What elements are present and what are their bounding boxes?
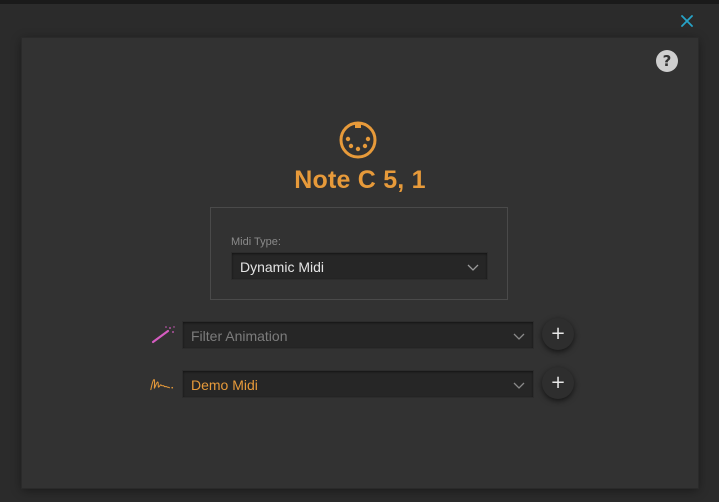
midi-type-group: Midi Type: Dynamic Midi [210, 207, 508, 300]
midi-type-value: Dynamic Midi [240, 259, 325, 275]
title-strip [0, 0, 719, 4]
chevron-down-icon [513, 382, 525, 389]
midi-source-select[interactable]: Demo Midi [182, 370, 534, 398]
filter-animation-select[interactable]: Filter Animation [182, 321, 534, 349]
magic-wand-icon [151, 326, 175, 344]
main-panel: ? Note C 5, 1 Midi Type: Dynamic Midi Fi… [22, 38, 698, 488]
chevron-down-icon [513, 333, 525, 340]
midi-din-icon [339, 121, 377, 159]
help-icon: ? [662, 52, 672, 70]
note-title: Note C 5, 1 [294, 166, 426, 194]
midi-source-value: Demo Midi [191, 377, 258, 393]
signature-icon [150, 379, 174, 391]
chevron-down-icon [467, 264, 479, 271]
midi-type-label: Midi Type: [231, 236, 281, 248]
close-button[interactable] [678, 12, 696, 30]
plus-icon: + [550, 323, 566, 344]
plus-icon: + [550, 372, 566, 393]
add-midi-source-button[interactable]: + [542, 367, 574, 399]
filter-animation-placeholder: Filter Animation [191, 328, 288, 344]
close-icon [681, 15, 693, 27]
midi-type-select[interactable]: Dynamic Midi [231, 252, 488, 280]
dialog-window: ? Note C 5, 1 Midi Type: Dynamic Midi Fi… [0, 0, 719, 502]
add-filter-animation-button[interactable]: + [542, 318, 574, 350]
help-button[interactable]: ? [656, 50, 678, 72]
